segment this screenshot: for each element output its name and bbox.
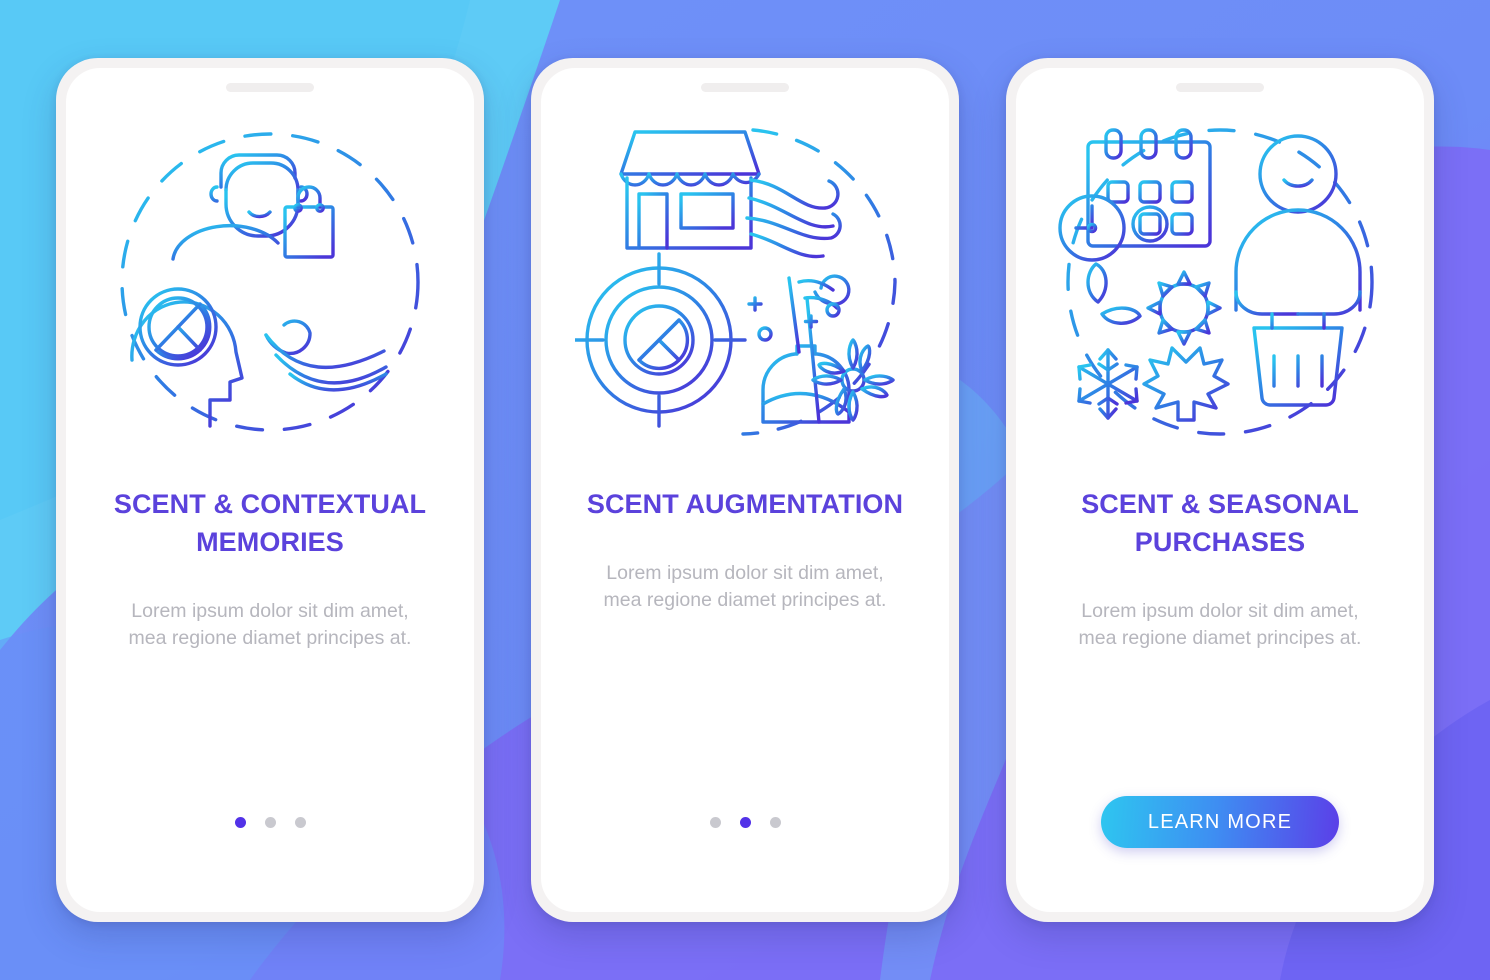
screen-scent-contextual-memories: SCENT & CONTEXTUAL MEMORIES Lorem ipsum … [66, 68, 474, 912]
phone-mockup-2: SCENT AUGMENTATION Lorem ipsum dolor sit… [531, 58, 959, 922]
pagination-dot-1[interactable] [234, 816, 246, 828]
screen-scent-augmentation: SCENT AUGMENTATION Lorem ipsum dolor sit… [541, 68, 949, 912]
pagination-dots[interactable] [234, 816, 306, 828]
illustration-person-shopping-bag-head-citrus-scent-waves [100, 112, 440, 452]
illustration-calendar-clock-seasons-person-basket [1050, 112, 1390, 452]
pagination-dot-3[interactable] [769, 816, 781, 828]
pagination-dot-1[interactable] [709, 816, 721, 828]
screen-footer: LEARN MORE [1101, 796, 1339, 848]
screen-title: SCENT AUGMENTATION [586, 489, 904, 519]
phone-mockup-3: SCENT & SEASONAL PURCHASES Lorem ipsum d… [1006, 58, 1434, 922]
pagination-dots[interactable] [709, 816, 781, 828]
screen-description: Lorem ipsum dolor sit dim amet, mea regi… [603, 561, 887, 612]
learn-more-button[interactable]: LEARN MORE [1101, 796, 1339, 848]
screen-title: SCENT & CONTEXTUAL MEMORIES [113, 489, 427, 557]
screen-footer [234, 796, 306, 848]
phone-speaker-notch [701, 83, 789, 92]
screen-description: Lorem ipsum dolor sit dim amet, mea regi… [128, 599, 412, 650]
phone-speaker-notch [1176, 83, 1264, 92]
pagination-dot-2[interactable] [739, 816, 751, 828]
screen-title: SCENT & SEASONAL PURCHASES [1081, 489, 1359, 557]
phone-speaker-notch [226, 83, 314, 92]
screen-description: Lorem ipsum dolor sit dim amet, mea regi… [1078, 599, 1362, 650]
screen-footer [709, 796, 781, 848]
screen-scent-seasonal-purchases: SCENT & SEASONAL PURCHASES Lorem ipsum d… [1016, 68, 1424, 912]
pagination-dot-3[interactable] [294, 816, 306, 828]
onboarding-screens-row: SCENT & CONTEXTUAL MEMORIES Lorem ipsum … [0, 0, 1490, 980]
pagination-dot-2[interactable] [264, 816, 276, 828]
illustration-storefront-wind-target-citrus-reed-diffuser [575, 112, 915, 452]
phone-mockup-1: SCENT & CONTEXTUAL MEMORIES Lorem ipsum … [56, 58, 484, 922]
